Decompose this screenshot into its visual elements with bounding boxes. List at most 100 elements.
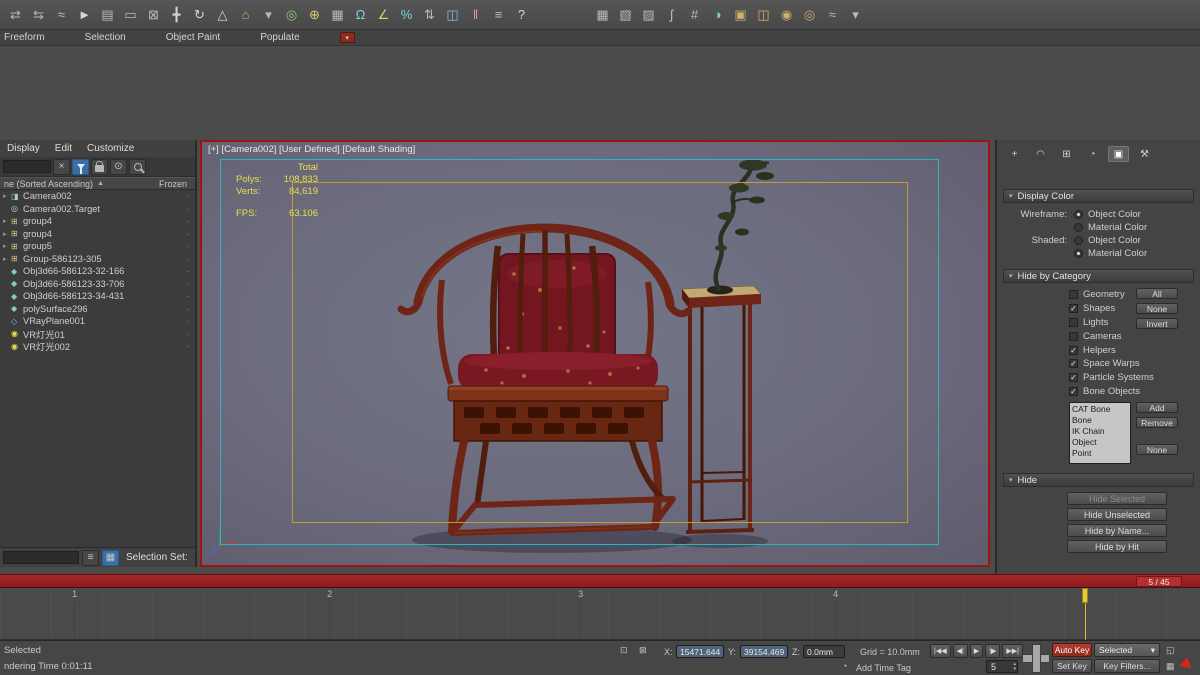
isolate-selection-icon[interactable]: ⊡: [620, 645, 628, 656]
expand-arrow-icon[interactable]: ▸: [3, 230, 11, 238]
scene-object-row[interactable]: ▸ ⊞ group4: [0, 215, 195, 228]
expand-arrow-icon[interactable]: ▸: [3, 217, 11, 225]
layer-explorer-toggle-icon[interactable]: ▧: [614, 3, 637, 27]
explorer-column-header[interactable]: ne (Sorted Ascending) ▲ Frozen: [0, 177, 195, 190]
set-key-button[interactable]: Set Key: [1052, 659, 1092, 673]
utilities-tab-icon[interactable]: ⚒: [1134, 146, 1155, 162]
modify-tab-icon[interactable]: ◠: [1030, 146, 1051, 162]
select-and-scale-icon[interactable]: △: [211, 3, 234, 27]
bone-list-item[interactable]: CAT Bone: [1072, 404, 1128, 415]
selection-lock-icon[interactable]: ⊠: [639, 645, 647, 656]
scene-object-row[interactable]: ◉ VR灯光002: [0, 340, 195, 353]
named-selection-sets-icon[interactable]: ≡: [487, 3, 510, 27]
shaded-object-color-radio[interactable]: [1074, 236, 1083, 245]
z-coordinate-field[interactable]: 0.0mm: [803, 645, 845, 658]
wireframe-material-color-radio[interactable]: [1074, 223, 1083, 232]
viewport-layout-icon[interactable]: ▦: [1166, 661, 1175, 672]
select-and-rotate-icon[interactable]: ↻: [188, 3, 211, 27]
category-checkbox[interactable]: [1069, 345, 1078, 355]
help-icon[interactable]: ?: [510, 3, 533, 27]
camera-viewport[interactable]: [+] [Camera002] [User Defined] [Default …: [200, 140, 990, 567]
select-object-icon[interactable]: ►: [73, 3, 96, 27]
render-iterative-icon[interactable]: ◎: [798, 3, 821, 27]
hierarchy-tab-icon[interactable]: ⊞: [1056, 146, 1077, 162]
tab-freeform[interactable]: Freeform: [4, 32, 45, 43]
scene-object-row[interactable]: ▸ ⊞ Group-586123-305: [0, 253, 195, 266]
scene-object-row[interactable]: ▸ ⊞ group4: [0, 228, 195, 241]
hide-rollout-header[interactable]: ▾ Hide: [1003, 473, 1194, 488]
none-button[interactable]: None: [1136, 303, 1178, 314]
display-color-rollout-header[interactable]: ▾ Display Color: [1003, 189, 1194, 203]
render-production-icon[interactable]: ◉: [775, 3, 798, 27]
hide-by-name-button[interactable]: Hide by Name...: [1067, 524, 1167, 538]
category-checkbox[interactable]: [1069, 290, 1078, 300]
pan-view-icon[interactable]: [1022, 644, 1050, 673]
unlink-selection-icon[interactable]: ⇆: [27, 3, 50, 27]
snaps-toggle-icon[interactable]: Ω: [349, 3, 372, 27]
explorer-config-button[interactable]: ⊙: [110, 158, 127, 175]
hide-unselected-button[interactable]: Hide Unselected: [1067, 508, 1167, 522]
ribbon-toggle-icon[interactable]: ▨: [637, 3, 660, 27]
scene-object-row[interactable]: ◆ Obj3d66-586123-33-706: [0, 278, 195, 291]
rendered-frame-icon[interactable]: ◫: [752, 3, 775, 27]
selection-set-grid-icon[interactable]: ▦: [102, 549, 119, 566]
category-checkbox[interactable]: [1069, 359, 1078, 369]
scene-object-row[interactable]: ◉ VR灯光01: [0, 328, 195, 341]
select-and-link-icon[interactable]: ⇄: [4, 3, 27, 27]
curve-editor-icon[interactable]: ∫: [660, 3, 683, 27]
ribbon-config-icon[interactable]: ▾: [339, 32, 355, 43]
bone-list-item[interactable]: Bone: [1072, 415, 1128, 426]
scene-object-row[interactable]: ◆ Obj3d66-586123-34-431: [0, 290, 195, 303]
clear-search-button[interactable]: ×: [53, 158, 70, 175]
category-checkbox[interactable]: [1069, 331, 1078, 341]
list-none-button[interactable]: None: [1136, 444, 1178, 456]
motion-tab-icon[interactable]: ◔: [1082, 146, 1103, 162]
frame-spinner[interactable]: ▴ ▾: [1013, 661, 1017, 672]
menu-customize[interactable]: Customize: [87, 143, 134, 154]
keyboard-override-icon[interactable]: ▦: [326, 3, 349, 27]
name-column-header[interactable]: ne (Sorted Ascending): [4, 179, 93, 189]
scene-object-row[interactable]: ▸ ◨ Camera002: [0, 190, 195, 203]
selection-set-stack-icon[interactable]: ≡: [82, 549, 99, 566]
select-and-move-icon[interactable]: ╋: [165, 3, 188, 27]
display-tab-icon[interactable]: ▣: [1108, 146, 1129, 162]
expand-arrow-icon[interactable]: ▸: [3, 242, 11, 250]
x-coordinate-field[interactable]: 15471.644: [676, 645, 724, 658]
category-row[interactable]: Space Warps: [1069, 357, 1192, 371]
category-checkbox[interactable]: [1069, 373, 1078, 383]
hide-selected-button[interactable]: Hide Selected: [1067, 492, 1167, 506]
bone-list-item[interactable]: Point: [1072, 448, 1128, 459]
select-and-place-icon[interactable]: ⌂: [234, 3, 257, 27]
bone-list-item[interactable]: IK Chain Object: [1072, 426, 1128, 448]
menu-edit[interactable]: Edit: [55, 143, 72, 154]
invert-button[interactable]: Invert: [1136, 318, 1178, 329]
tab-populate[interactable]: Populate: [260, 32, 299, 43]
category-row[interactable]: Bone Objects: [1069, 385, 1192, 399]
search-input[interactable]: [3, 160, 51, 173]
add-category-button[interactable]: Add: [1136, 402, 1178, 414]
material-editor-icon[interactable]: ◑: [706, 3, 729, 27]
shaded-material-color-radio[interactable]: [1074, 249, 1083, 258]
maximize-viewport-icon[interactable]: ◱: [1166, 645, 1175, 656]
tab-object-paint[interactable]: Object Paint: [166, 32, 220, 43]
filter-button[interactable]: [72, 158, 89, 175]
current-frame-marker[interactable]: [1082, 588, 1088, 640]
time-slider[interactable]: 5 / 45: [0, 574, 1200, 588]
bone-category-list[interactable]: CAT Bone Bone IK Chain Object Point: [1069, 402, 1131, 465]
next-frame-button[interactable]: |▶: [985, 644, 1001, 658]
hide-by-hit-button[interactable]: Hide by Hit: [1067, 540, 1167, 554]
scene-object-row[interactable]: ◆ Obj3d66-586123-32-166: [0, 265, 195, 278]
search-button[interactable]: [129, 158, 146, 175]
track-bar[interactable]: 1 2 3 4: [0, 588, 1200, 640]
category-checkbox[interactable]: [1069, 304, 1078, 314]
expand-arrow-icon[interactable]: ▸: [3, 192, 11, 200]
hide-by-category-rollout-header[interactable]: ▾ Hide by Category: [1003, 269, 1194, 283]
go-to-end-button[interactable]: ▶▶|: [1002, 644, 1023, 658]
tab-selection[interactable]: Selection: [85, 32, 126, 43]
category-row[interactable]: Cameras: [1069, 329, 1192, 343]
category-row[interactable]: Particle Systems: [1069, 371, 1192, 385]
selection-set-dropdown[interactable]: Selected ▾: [1094, 643, 1160, 657]
key-filters-button[interactable]: Key Filters...: [1094, 659, 1160, 673]
time-tag-icon[interactable]: ◔: [842, 661, 847, 671]
render-shortcuts-icon[interactable]: ▾: [844, 3, 867, 27]
